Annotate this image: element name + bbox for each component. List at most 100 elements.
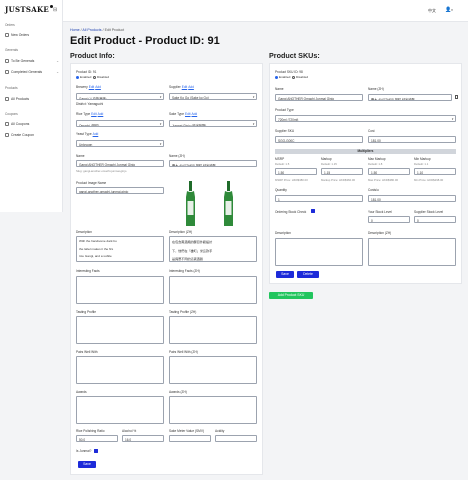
cost-each-input[interactable]: 181.00 [368,195,456,202]
quantity-label: Quantity [275,188,287,192]
interesting-facts-zh-label: Interesting Facts (ZH) [169,269,200,273]
orders-icon [5,33,9,37]
rice-type-edit-link[interactable]: Edit [91,112,97,116]
image-name-label: Product Image Name [76,181,107,185]
awards-label: Awards [76,390,87,394]
awards-textarea[interactable] [76,396,164,424]
sidebar-item-to-be-generals[interactable]: To Be Generals ⌄ [5,59,59,63]
alcohol-input[interactable]: 16.0 [122,435,164,442]
sidebar-heading-products: Products [5,86,18,90]
supplier-add-link[interactable]: Add [188,85,194,89]
supplier-select[interactable]: Sake Ko Go (Sake ko Go) [169,93,257,100]
slug-hint: Slug: gangi-another-omachi-junmai-ginjo [76,169,127,173]
image-name-input[interactable]: gangi-another-omachi-junmai-ginjo [76,187,164,194]
tasting-profile-zh-textarea[interactable] [169,316,257,344]
supplier-edit-link[interactable]: Edit [182,85,188,89]
enabled-radio[interactable]: Enabled [76,75,91,79]
cost-each-label: Costs/u [368,188,379,192]
add-sku-button[interactable]: Add Product SKU [269,292,313,299]
check-icon [5,70,9,74]
sake-type-select[interactable]: Junmai Ginjo (純米吟醸) [169,120,257,127]
sake-type-add-link[interactable]: Add [192,112,198,116]
supplier-stock-label: Supplier Stock Level [414,210,444,214]
rice-type-add-link[interactable]: Add [98,112,104,116]
pairs-well-zh-textarea[interactable] [169,356,257,384]
sku-disabled-radio[interactable]: Disabled [292,75,308,79]
sidebar-item-new-orders[interactable]: New Orders [5,33,59,37]
cost-label: Cost [368,129,375,133]
yeast-type-add-link[interactable]: Add [93,132,99,136]
brewery-edit-link[interactable]: Edit [89,85,95,89]
language-toggle[interactable]: 中文 [428,8,436,14]
name-input[interactable]: Gangi ANOTHER Omachi Junmai Ginjo [76,160,164,167]
sku-description-textarea[interactable] [275,238,363,266]
sku-name-zh-input[interactable]: 雁木 ANOTHER 雄町 純米吟醸 [368,94,452,101]
bottle-right [224,181,233,226]
sidebar-item-completed-generals[interactable]: Completed Generals ⌄ [5,70,59,74]
cost-input[interactable]: 181.00 [368,136,456,143]
interesting-facts-textarea[interactable] [76,276,164,304]
awards-zh-textarea[interactable] [169,396,257,424]
sidebar-heading-coupons: Coupons [5,112,18,116]
app-logo[interactable]: JUSTSAKE [5,5,53,14]
save-product-button[interactable]: Save [78,461,96,468]
sake-type-edit-link[interactable]: Edit [185,112,191,116]
min-stock-input[interactable]: 0 [368,216,410,223]
product-type-select[interactable]: 720ml (720ml) [275,115,456,122]
brewery-add-link[interactable]: Add [95,85,101,89]
chevron-down-icon: ⌄ [56,70,59,74]
smv-input[interactable] [169,435,211,442]
interesting-facts-zh-textarea[interactable] [169,276,257,304]
rice-type-select[interactable]: Omachi (雄町) [76,120,164,127]
save-sku-button[interactable]: Save [276,271,294,278]
sku-description-label: Description [275,231,291,235]
sidebar-item-all-products[interactable]: All Products [5,97,59,101]
alcohol-label: Alcohol % [122,429,137,433]
markup-input[interactable]: 1.15 [321,168,363,175]
breadcrumb-home[interactable]: Home [70,28,80,32]
collapse-sidebar-icon[interactable]: ⊟ [53,7,57,13]
yeast-type-select[interactable]: Unknown [76,140,164,147]
description-textarea[interactable]: With the handsome dark bo the label make… [76,236,164,262]
breadcrumb-current: Edit Product [104,28,125,32]
is-junmai-label: Is Junmai? [76,449,92,453]
smv-label: Sake Meter Value (SMV) [169,429,205,433]
msrp-input[interactable]: 1.50 [275,168,317,175]
markup-label: Markup [321,157,332,161]
sku-name-input[interactable]: Gangi ANOTHER Omachi Junmai Ginjo [275,94,363,101]
district-label: District: Yamaguchi [76,102,104,106]
sidebar-item-all-coupons[interactable]: All Coupons [5,122,59,126]
polishing-ratio-label: Rice Polishing Ratio [76,429,105,433]
name-zh-input[interactable]: 雁木 ANOTHER 雄町 純米吟醸 [169,160,257,167]
ordering-check-checkbox[interactable] [311,209,315,213]
is-junmai-checkbox[interactable] [94,449,98,453]
supplier-sku-input[interactable]: SGO-G00C [275,136,363,143]
tasting-profile-zh-label: Tasting Profile (ZH) [169,310,197,314]
description-label: Description [76,230,92,234]
brewery-select[interactable]: Gangi (八百新酒造) [76,93,164,100]
interesting-facts-label: Interesting Facts [76,269,100,273]
max-markup-input[interactable]: 1.50 [368,168,410,175]
sku-name-label: Name [275,87,284,91]
sidebar-item-create-coupon[interactable]: Create Coupon [5,133,59,137]
breadcrumb-all-products[interactable]: All Products [82,28,101,32]
min-markup-input[interactable]: 1.10 [414,168,456,175]
multipliers-bar: Multipliers [275,149,456,154]
delete-sku-button[interactable]: Delete [297,271,319,278]
tasting-profile-textarea[interactable] [76,316,164,344]
acidity-input[interactable] [215,435,257,442]
pairs-well-label: Pairs Well With [76,350,98,354]
quantity-input[interactable]: 1 [275,195,363,202]
sake-type-label: Sake TypeEditAdd [169,112,198,116]
sku-enabled-radio[interactable]: Enabled [275,75,290,79]
description-zh-textarea[interactable]: 在包含黑酒瓶的醒目外觀設計 下，他們在「雄町」米這款手 是與眾不同的清爽酒體 [169,236,257,262]
disabled-radio[interactable]: Disabled [93,75,109,79]
supplier-stock-input[interactable]: 0 [414,216,456,223]
sku-description-zh-textarea[interactable] [368,238,456,266]
msrp-label: MSRP [275,157,285,161]
pairs-well-textarea[interactable] [76,356,164,384]
trash-icon[interactable] [455,95,458,99]
polishing-ratio-input[interactable]: 50.0 [76,435,118,442]
user-menu[interactable]: 👤▾ [445,7,453,13]
max-price: Max Price: HKD$380.00 [368,178,399,182]
